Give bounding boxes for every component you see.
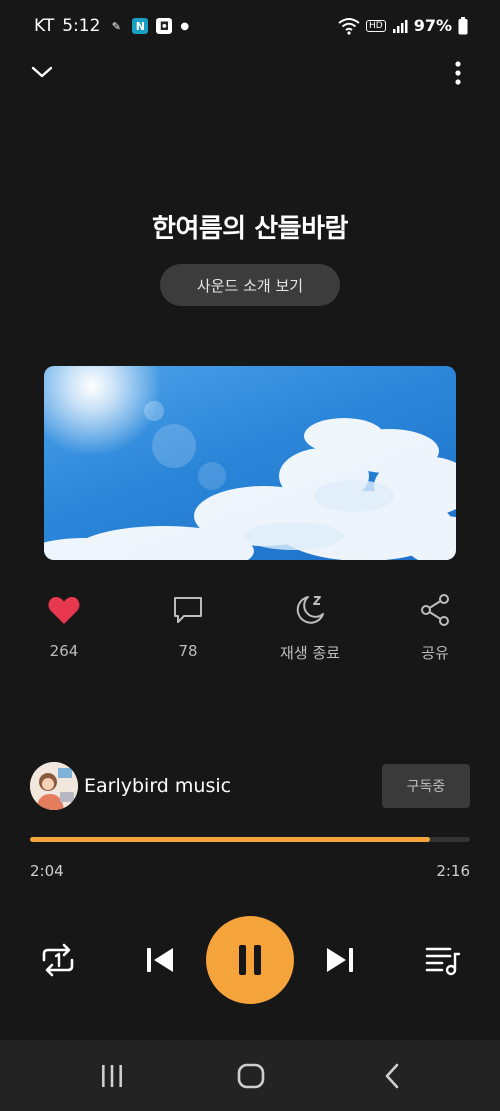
wifi-icon (338, 17, 360, 35)
more-options-icon[interactable] (446, 58, 470, 90)
previous-track-icon[interactable] (140, 940, 180, 980)
clock: 5:12 (62, 16, 101, 36)
sleep-timer-label: 재생 종료 (280, 644, 340, 662)
next-track-icon[interactable] (320, 940, 360, 980)
status-bar: KT 5:12 ✎ N ◘ ● HD 97% (0, 0, 500, 56)
current-time: 2:04 (30, 862, 64, 880)
progress-fill (30, 837, 431, 842)
notification-dot-icon: ● (180, 20, 190, 32)
app-icon: ◘ (156, 18, 173, 34)
cover-artwork (44, 366, 456, 560)
system-nav-bar (0, 1040, 500, 1111)
playlist-icon[interactable] (422, 940, 462, 980)
comment-icon[interactable] (170, 592, 206, 628)
back-icon[interactable] (380, 1062, 404, 1090)
comment-count: 78 (178, 642, 198, 660)
sleep-timer-icon[interactable] (292, 592, 328, 628)
share-action[interactable]: 공유 (395, 592, 475, 663)
status-right: HD 97% (338, 16, 468, 35)
like-action[interactable]: 264 (24, 592, 104, 660)
share-icon[interactable] (417, 592, 453, 628)
progress-bar[interactable] (30, 837, 470, 842)
channel-avatar-image (30, 762, 78, 810)
battery-icon (458, 16, 468, 34)
pen-icon: ✎ (111, 19, 122, 33)
track-title: 한여름의 산들바람 (152, 214, 348, 244)
avatar[interactable] (30, 762, 78, 810)
recent-apps-icon[interactable] (98, 1062, 126, 1090)
pause-button[interactable] (206, 916, 294, 1004)
sleep-timer-action[interactable]: 재생 종료 (270, 592, 350, 663)
battery-percent: 97% (413, 16, 452, 35)
sound-intro-button[interactable]: 사운드 소개 보기 (160, 264, 340, 306)
sky-clouds-image (44, 366, 456, 560)
total-time: 2:16 (436, 862, 470, 880)
collapse-chevron-icon[interactable] (30, 60, 54, 84)
heart-icon[interactable] (46, 592, 82, 628)
naver-icon: N (132, 18, 149, 34)
comment-action[interactable]: 78 (148, 592, 228, 660)
status-left: KT 5:12 ✎ N ◘ ● (34, 16, 189, 36)
home-icon[interactable] (236, 1062, 266, 1090)
subscribe-button[interactable]: 구독중 (382, 764, 470, 808)
carrier-label: KT (34, 16, 55, 36)
signal-icon (392, 19, 408, 33)
hd-icon: HD (366, 19, 386, 32)
like-count: 264 (49, 642, 79, 660)
channel-name[interactable]: Earlybird music (84, 775, 231, 797)
pause-icon (239, 945, 261, 975)
repeat-icon[interactable] (38, 940, 78, 980)
share-label: 공유 (421, 644, 449, 662)
